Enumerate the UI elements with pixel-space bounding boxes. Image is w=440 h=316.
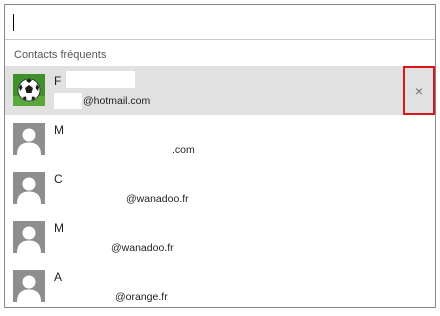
default-person-avatar (13, 123, 45, 155)
contact-name: C (54, 172, 63, 186)
section-title: Contacts fréquents (14, 49, 107, 61)
contact-name: M (54, 123, 64, 137)
contact-item[interactable]: C @wanadoo.fr (5, 164, 435, 213)
contact-email: @wanadoo.fr (126, 193, 189, 205)
contact-email: @wanadoo.fr (111, 242, 174, 254)
default-person-avatar (13, 270, 45, 302)
text-caret (13, 14, 14, 31)
contact-email: @hotmail.com (83, 95, 151, 107)
contact-item[interactable]: M @wanadoo.fr (5, 213, 435, 262)
contact-picker-panel: Contacts fréquents F @hotmail.com × M .c… (4, 4, 436, 308)
default-person-avatar (13, 172, 45, 204)
search-box[interactable] (5, 5, 435, 40)
contact-item[interactable]: A @orange.fr (5, 262, 435, 307)
contact-email: @orange.fr (115, 291, 168, 303)
default-person-avatar (13, 221, 45, 253)
contact-name: M (54, 221, 64, 235)
search-input[interactable] (11, 12, 425, 32)
redaction (54, 93, 82, 109)
contact-name: A (54, 270, 63, 284)
soccer-ball-avatar (13, 74, 45, 106)
redaction (66, 71, 135, 88)
remove-contact-button[interactable]: × (403, 66, 435, 115)
contact-name: F (54, 74, 62, 88)
contact-email: .com (172, 144, 195, 156)
contact-item[interactable]: M .com (5, 115, 435, 164)
contact-item[interactable]: F @hotmail.com × (5, 66, 435, 115)
close-icon: × (414, 82, 424, 99)
